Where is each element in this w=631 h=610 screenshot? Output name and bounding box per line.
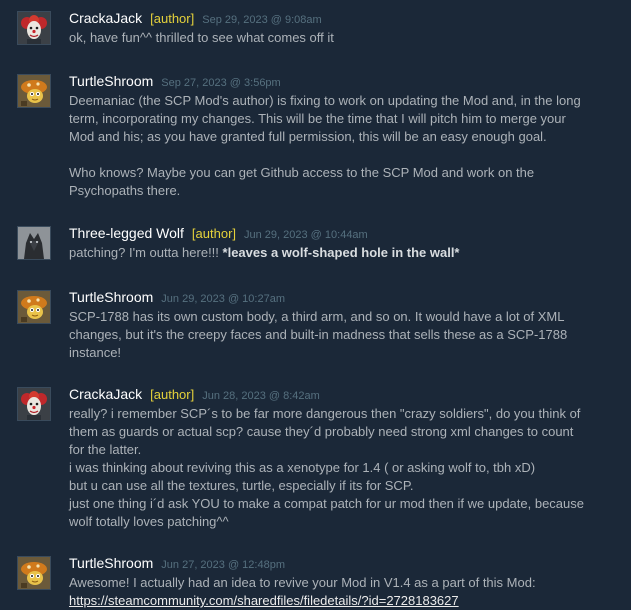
turtle-avatar[interactable]	[17, 74, 51, 108]
comment-line: Mod and his; as you have granted full pe…	[69, 129, 547, 144]
timestamp: Jun 27, 2023 @ 12:48pm	[161, 559, 285, 571]
comment-header: CrackaJack [author] Sep 29, 2023 @ 9:08am	[69, 9, 322, 29]
comment-line: instance!	[69, 345, 122, 360]
comment-line: for the latter.	[69, 442, 142, 457]
timestamp: Jun 28, 2023 @ 8:42am	[202, 390, 320, 402]
comment-line: Deemaniac (the SCP Mod's author) is fixi…	[69, 93, 581, 108]
author-link[interactable]: TurtleShroom	[69, 73, 153, 89]
clown-avatar[interactable]	[17, 387, 51, 421]
author-link[interactable]: TurtleShroom	[69, 555, 153, 571]
author-badge: [author]	[150, 11, 195, 26]
comment-line: them as guards or actual scp? cause they…	[69, 424, 574, 439]
comment-line: ok, have fun^^ thrilled to see what come…	[69, 30, 334, 45]
comment-line: but u can use all the textures, turtle, …	[69, 478, 414, 493]
comment-line: really? i remember SCP´s to be far more …	[69, 406, 581, 421]
comment-line: term, incorporating my changes. This wil…	[69, 111, 566, 126]
comment-line: patching? I'm outta here!!! *leaves a wo…	[69, 244, 619, 262]
comment-line: wolf totally loves patching^^	[69, 514, 229, 529]
comment-line: Psychopaths there.	[69, 183, 181, 198]
author-link[interactable]: TurtleShroom	[69, 289, 153, 305]
timestamp: Jun 29, 2023 @ 10:27am	[161, 293, 285, 305]
comment-header: Three-legged Wolf [author] Jun 29, 2023 @ …	[69, 224, 368, 244]
comment-line: just one thing i´d ask YOU to make a com…	[69, 496, 584, 511]
comment-line: i was thinking about reviving this as a …	[69, 460, 536, 475]
comment-text: really? i remember SCP´s to be far more …	[69, 405, 619, 531]
comment-text: patching? I'm outta here!!! *leaves a wo…	[69, 244, 619, 262]
author-link[interactable]: Three-legged Wolf	[69, 225, 184, 241]
comment-line: changes, but it's the creepy faces and b…	[69, 327, 568, 342]
author-link[interactable]: CrackaJack	[69, 386, 142, 402]
comment-header: TurtleShroom Jun 27, 2023 @ 12:48pm	[69, 554, 285, 574]
comment-line: SCP-1788 has its own custom body, a thir…	[69, 309, 565, 324]
turtle-avatar[interactable]	[17, 290, 51, 324]
author-badge: [author]	[150, 387, 195, 402]
comment-text: Deemaniac (the SCP Mod's author) is fixi…	[69, 92, 619, 200]
comment-line: Awesome! I actually had an idea to reviv…	[69, 575, 536, 590]
comment-header: TurtleShroom Sep 27, 2023 @ 3:56pm	[69, 72, 281, 92]
turtle-avatar-image	[18, 557, 50, 589]
timestamp: Sep 27, 2023 @ 3:56pm	[161, 77, 281, 89]
comment-line: https://steamcommunity.com/sharedfiles/f…	[69, 592, 619, 610]
comment-header: CrackaJack [author] Jun 28, 2023 @ 8:42am	[69, 385, 320, 405]
comment-text: ok, have fun^^ thrilled to see what come…	[69, 29, 619, 47]
comment-text-plain: patching? I'm outta here!!!	[69, 245, 223, 260]
turtle-avatar-image	[18, 75, 50, 107]
comment-line: Who knows? Maybe you can get Github acce…	[69, 165, 535, 180]
clown-avatar-image	[18, 388, 50, 420]
comment-text: Awesome! I actually had an idea to reviv…	[69, 574, 619, 610]
wolf-avatar[interactable]	[17, 226, 51, 260]
clown-avatar[interactable]	[17, 11, 51, 45]
turtle-avatar-image	[18, 291, 50, 323]
author-badge: [author]	[191, 226, 237, 241]
author-link[interactable]: CrackaJack	[69, 10, 142, 26]
comment-header: TurtleShroom Jun 29, 2023 @ 10:27am	[69, 288, 285, 308]
turtle-avatar[interactable]	[17, 556, 51, 590]
wolf-avatar-image	[18, 227, 50, 259]
clown-avatar-image	[18, 12, 50, 44]
comment-text: SCP-1788 has its own custom body, a thir…	[69, 308, 619, 362]
timestamp: Jun 29, 2023 @ 10:44am	[244, 229, 368, 241]
comment-text-bold: *leaves a wolf-shaped hole in the wall*	[222, 245, 460, 260]
timestamp: Sep 29, 2023 @ 9:08am	[202, 14, 322, 26]
